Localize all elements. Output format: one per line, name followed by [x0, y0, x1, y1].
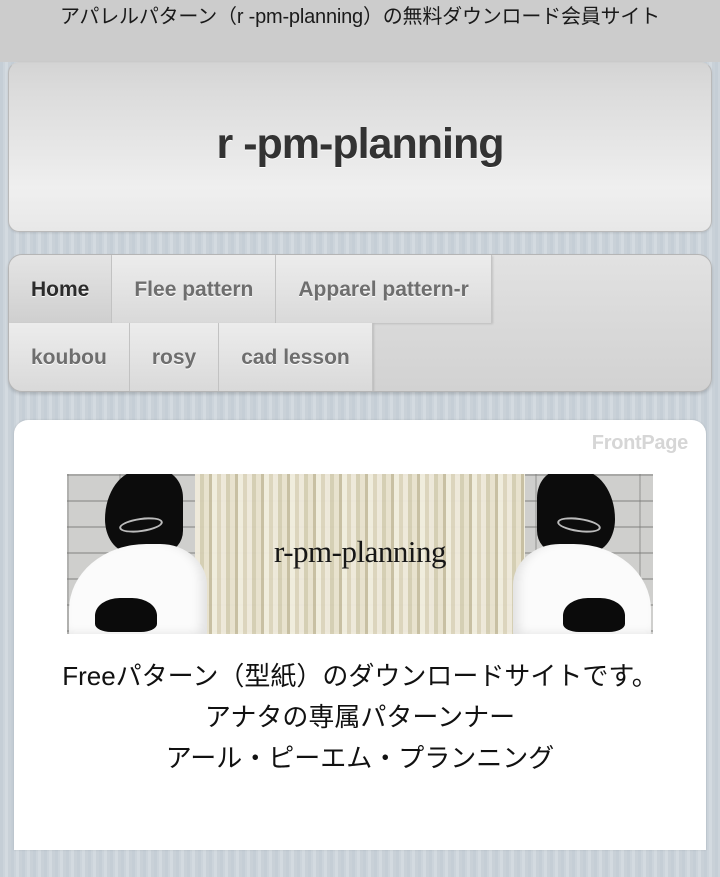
nav-item-koubou[interactable]: koubou: [9, 323, 130, 391]
nav-item-label: Home: [31, 277, 90, 301]
nav-item-home[interactable]: Home: [9, 255, 113, 323]
header-nav-spacer: [0, 232, 720, 254]
intro-line: Freeパターン（型紙）のダウンロードサイトです。: [62, 661, 658, 691]
intro-line: アール・ピーエム・プランニング: [165, 743, 555, 774]
intro-line: アナタの専属パターンナー: [204, 702, 516, 733]
nav-item-label: rosy: [151, 345, 197, 369]
nav-item-label: koubou: [31, 345, 107, 369]
nav-item-rosy[interactable]: rosy: [129, 323, 220, 391]
nav-content-spacer: [0, 392, 720, 420]
site-header: r -pm-planning: [8, 62, 712, 232]
site-banner-image: r-pm-planning: [67, 474, 653, 634]
nav-item-cad-lesson[interactable]: cad lesson: [219, 323, 373, 391]
nav-item-apparel-pattern-r[interactable]: Apparel pattern-r: [276, 255, 492, 323]
nav-item-flee-pattern[interactable]: Flee pattern: [112, 255, 277, 323]
nav-row-primary: Home Flee pattern Apparel pattern-r: [9, 255, 711, 323]
content-card: FrontPage r-pm-planning Freeパターン（型紙）のダウン…: [14, 420, 706, 850]
site-title: r -pm-planning: [216, 119, 505, 168]
nav-item-label: cad lesson: [241, 345, 350, 369]
page-label: FrontPage: [591, 432, 689, 454]
intro-text: Freeパターン（型紙）のダウンロードサイトです。 アナタの専属パターンナー ア…: [44, 656, 676, 779]
nav-item-label: Flee pattern: [134, 277, 254, 301]
dress-bow: [95, 598, 157, 632]
banner-caption: r-pm-planning: [274, 534, 446, 569]
page-title-bar: アパレルパターン（r -pm-planning）の無料ダウンロード会員サイト: [0, 0, 720, 62]
main-navigation: Home Flee pattern Apparel pattern-r koub…: [8, 254, 712, 392]
dress-bow: [563, 598, 625, 632]
nav-row-secondary: koubou rosy cad lesson: [9, 323, 711, 391]
page-title: アパレルパターン（r -pm-planning）の無料ダウンロード会員サイト: [60, 6, 660, 28]
nav-item-label: Apparel pattern-r: [298, 277, 469, 301]
